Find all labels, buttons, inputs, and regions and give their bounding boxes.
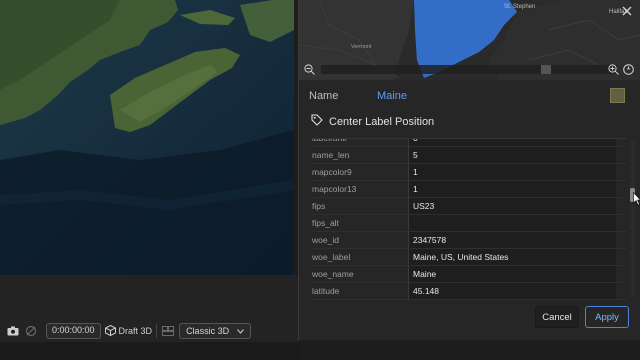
toolbar-divider <box>156 324 158 338</box>
feature-properties-dialog: St. Stephen Halifax Vermont Name Maine C… <box>298 0 640 340</box>
camera-icon[interactable] <box>6 324 20 338</box>
attribute-table[interactable]: labelrank 0 name_len 5 mapcolor9 1 mapco… <box>311 138 627 300</box>
attribute-key: woe_id <box>312 235 339 245</box>
table-row: mapcolor13 1 <box>311 181 627 198</box>
attribute-key: woe_label <box>312 252 351 262</box>
zoom-in-icon[interactable] <box>608 64 619 75</box>
timecode-field[interactable]: 0:00:00:00 <box>46 323 101 339</box>
dialog-footer: Cancel Apply <box>299 300 640 340</box>
attribute-value[interactable]: 2347578 <box>408 232 616 248</box>
table-row: woe_name Maine <box>311 266 627 283</box>
attribute-key: name_len <box>312 150 350 160</box>
attribute-value[interactable]: Maine, US, United States <box>408 249 616 265</box>
attribute-key: latitude <box>312 286 340 296</box>
map-label-st-stephen: St. Stephen <box>504 4 535 10</box>
name-row: Name Maine <box>309 88 635 106</box>
app-root: 0:00:00:00 Draft 3D Classic 3D St. Steph… <box>0 0 640 360</box>
attribute-value[interactable]: US23 <box>408 198 616 214</box>
color-swatch[interactable] <box>610 88 625 103</box>
draft-3d-icon <box>104 324 116 338</box>
cancel-button[interactable]: Cancel <box>535 306 579 328</box>
close-icon[interactable] <box>622 6 632 16</box>
name-label: Name <box>309 90 339 102</box>
attribute-value[interactable] <box>408 215 616 231</box>
snapshot-icon[interactable] <box>24 324 38 338</box>
view-grid-icon[interactable] <box>161 324 175 338</box>
attribute-key: woe_name <box>312 269 354 279</box>
map-label-vermont: Vermont <box>351 44 372 50</box>
status-strip <box>0 342 300 360</box>
table-row: labelrank 0 <box>311 138 627 147</box>
viewer-padding <box>0 275 300 320</box>
table-row: name_len 5 <box>311 147 627 164</box>
attribute-key: fips_alt <box>312 218 339 228</box>
table-row: fips US23 <box>311 198 627 215</box>
map-preview[interactable]: St. Stephen Halifax Vermont <box>299 0 640 80</box>
attribute-key: mapcolor9 <box>312 167 352 177</box>
draft-3d-label: Draft 3D <box>118 326 153 336</box>
table-row: woe_id 2347578 <box>311 232 627 249</box>
table-row: fips_alt <box>311 215 627 232</box>
composition-viewer[interactable] <box>0 0 294 275</box>
attribute-value[interactable]: 1 <box>408 164 616 180</box>
attribute-value[interactable]: 5 <box>408 147 616 163</box>
name-value[interactable]: Maine <box>377 90 407 102</box>
attribute-value[interactable]: 0 <box>408 139 616 146</box>
draft-3d-toggle[interactable]: Draft 3D <box>104 324 153 338</box>
table-row: woe_label Maine, US, United States <box>311 249 627 266</box>
attribute-key: mapcolor13 <box>312 184 357 194</box>
zoom-out-icon[interactable] <box>304 64 315 75</box>
attribute-key: fips <box>312 201 326 211</box>
attribute-value[interactable]: 45.148 <box>408 283 616 299</box>
location-icon[interactable] <box>623 64 634 75</box>
table-row: latitude 45.148 <box>311 283 627 300</box>
table-row: mapcolor9 1 <box>311 164 627 181</box>
center-label-position-label: Center Label Position <box>329 116 435 128</box>
attribute-table-scrollbar[interactable] <box>630 140 635 298</box>
viewer-toolbar: 0:00:00:00 Draft 3D Classic 3D <box>0 320 300 342</box>
tag-icon <box>311 113 323 131</box>
attribute-value[interactable]: 1 <box>408 181 616 197</box>
renderer-select-value: Classic 3D <box>186 326 230 336</box>
center-label-position-button[interactable]: Center Label Position <box>311 113 434 131</box>
attribute-value[interactable]: Maine <box>408 266 616 282</box>
mouse-pointer-icon <box>633 191 640 211</box>
apply-button[interactable]: Apply <box>585 306 629 328</box>
renderer-select[interactable]: Classic 3D <box>179 323 252 339</box>
attribute-key: labelrank <box>312 138 347 143</box>
chevron-down-icon <box>237 326 244 336</box>
